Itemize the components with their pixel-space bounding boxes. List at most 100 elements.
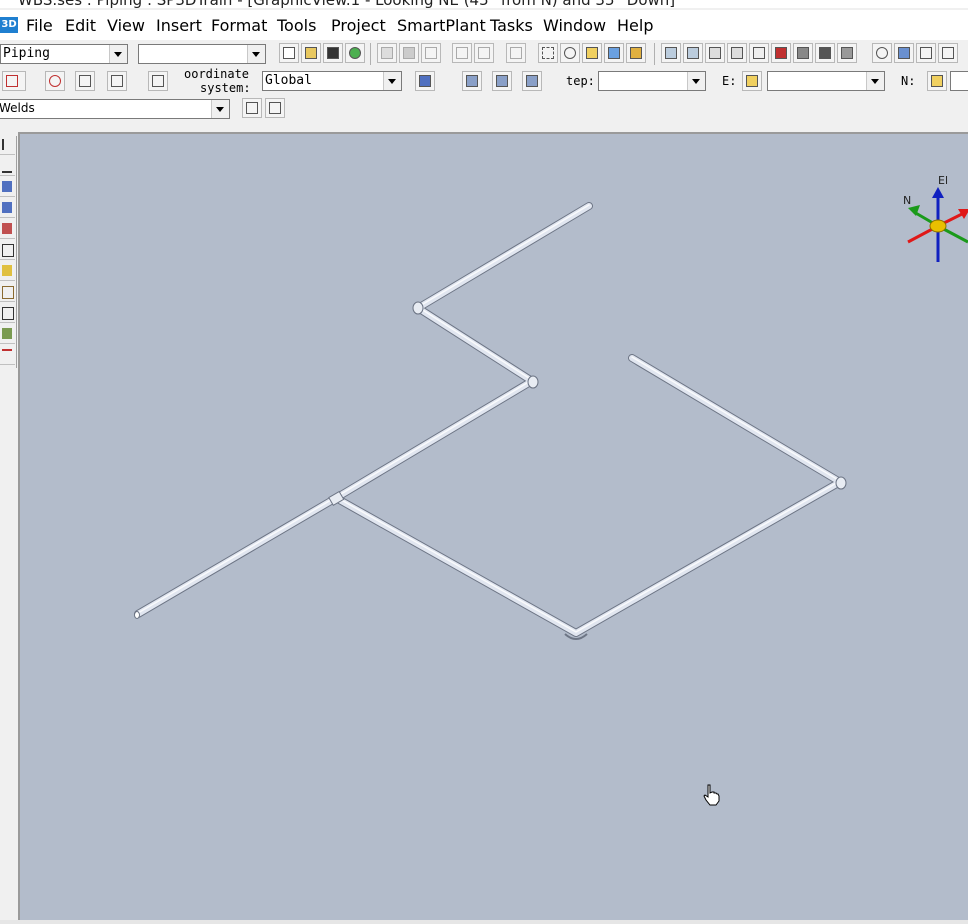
menu-window[interactable]: Window <box>543 16 606 35</box>
route-pipe-icon[interactable] <box>0 157 15 176</box>
insert-split-icon[interactable] <box>0 220 15 239</box>
refresh-icon[interactable] <box>345 43 365 63</box>
pipe-run[interactable] <box>134 202 844 637</box>
shade-icon[interactable] <box>815 43 835 63</box>
menu-project[interactable]: Project <box>331 16 386 35</box>
close-ribbon-icon[interactable] <box>2 71 26 91</box>
clip-icon[interactable] <box>749 43 769 63</box>
pipe-end[interactable] <box>134 611 140 619</box>
compass-el-label: El <box>938 174 948 187</box>
chevron-down-icon[interactable] <box>109 45 127 63</box>
lock-y-icon[interactable] <box>492 71 512 91</box>
measure-icon[interactable] <box>604 43 624 63</box>
filter-toolbar: Welds <box>0 96 968 122</box>
zoom-icon[interactable] <box>872 43 892 63</box>
view-top-icon[interactable] <box>683 43 703 63</box>
compass: El N <box>903 174 968 262</box>
menu-edit[interactable]: Edit <box>65 16 96 35</box>
paste-icon[interactable] <box>399 43 419 63</box>
coordinate-system-combo[interactable]: Global <box>262 71 402 91</box>
ruler-icon[interactable] <box>626 43 646 63</box>
north-combo[interactable] <box>950 71 968 91</box>
compass-north-label: N <box>903 194 911 207</box>
workspace-combo[interactable] <box>138 44 266 64</box>
view-iso-icon[interactable] <box>661 43 681 63</box>
select-icon[interactable] <box>538 43 558 63</box>
lock-icon[interactable] <box>927 71 947 91</box>
east-label: E: <box>722 74 737 88</box>
axis-icon[interactable] <box>415 71 435 91</box>
move-icon[interactable] <box>452 43 472 63</box>
step-combo[interactable] <box>598 71 706 91</box>
lock-x-icon[interactable] <box>462 71 482 91</box>
menu-help[interactable]: Help <box>617 16 653 35</box>
title-bar: WBS.ses : Piping : SP3DTrain - [GraphicV… <box>0 0 968 8</box>
menu-smartplant[interactable]: SmartPlant <box>397 16 486 35</box>
menu-bar: 3D File Edit View Insert Format Tools Pr… <box>0 10 968 40</box>
elbow-fitting[interactable] <box>835 476 847 490</box>
elbow-fitting[interactable] <box>412 301 424 315</box>
menu-view[interactable]: View <box>107 16 145 35</box>
rotate-icon[interactable] <box>474 43 494 63</box>
insert-feature-icon[interactable] <box>0 325 15 344</box>
insert-spool-icon[interactable] <box>0 283 15 302</box>
zoom-area-icon[interactable] <box>916 43 936 63</box>
chevron-down-icon[interactable] <box>383 72 401 90</box>
render-icon[interactable] <box>793 43 813 63</box>
display-icon[interactable] <box>837 43 857 63</box>
chevron-down-icon[interactable] <box>211 100 229 118</box>
view-front-icon[interactable] <box>705 43 725 63</box>
new-file-icon[interactable] <box>279 43 299 63</box>
insert-support-icon[interactable] <box>0 241 15 260</box>
menu-insert[interactable]: Insert <box>156 16 202 35</box>
view-side-icon[interactable] <box>727 43 747 63</box>
locate-filter-combo[interactable]: Welds <box>0 99 230 119</box>
north-label: N: <box>901 74 916 88</box>
coordinate-label-line1: oordinate <box>184 67 250 81</box>
chevron-down-icon[interactable] <box>247 45 265 63</box>
reposition-icon[interactable] <box>107 71 127 91</box>
target-icon[interactable] <box>45 71 65 91</box>
settings-icon[interactable] <box>148 71 168 91</box>
coordinate-system-value: Global <box>265 73 312 88</box>
task-combo[interactable]: Piping <box>0 44 128 64</box>
task-combo-value: Piping <box>3 46 50 61</box>
open-folder-icon[interactable] <box>301 43 321 63</box>
delete-icon[interactable] <box>421 43 441 63</box>
fly-icon[interactable] <box>771 43 791 63</box>
filter-settings-icon[interactable] <box>265 98 285 118</box>
east-combo[interactable] <box>767 71 885 91</box>
copy-icon[interactable] <box>377 43 397 63</box>
vertical-toolbar <box>0 136 17 368</box>
compass-axes-icon <box>907 187 968 262</box>
fit-icon[interactable] <box>938 43 958 63</box>
insert-instrument-icon[interactable] <box>0 262 15 281</box>
insert-weld-icon[interactable] <box>0 304 15 323</box>
filter-icon[interactable] <box>242 98 262 118</box>
undo-icon[interactable] <box>506 43 526 63</box>
menu-file[interactable]: File <box>26 16 53 35</box>
insert-tap-icon[interactable] <box>0 199 15 218</box>
insert-component-icon[interactable] <box>0 178 15 197</box>
pan-icon[interactable] <box>894 43 914 63</box>
properties-icon[interactable] <box>582 43 602 63</box>
chevron-down-icon[interactable] <box>687 72 705 90</box>
select-pointer-icon[interactable] <box>0 136 15 155</box>
relative-icon[interactable] <box>75 71 95 91</box>
save-icon[interactable] <box>323 43 343 63</box>
inspect-icon[interactable] <box>560 43 580 63</box>
pinpoint-toolbar: oordinate system: Global tep: E: N: <box>0 67 968 96</box>
elbow-fitting[interactable] <box>527 375 539 389</box>
lock-z-icon[interactable] <box>522 71 542 91</box>
chevron-down-icon[interactable] <box>866 72 884 90</box>
coordinate-label-line2: system: <box>200 81 251 95</box>
menu-tasks[interactable]: Tasks <box>490 16 533 35</box>
menu-tools[interactable]: Tools <box>277 16 316 35</box>
window-title: WBS.ses : Piping : SP3DTrain - [GraphicV… <box>18 0 675 8</box>
graphic-view[interactable]: El N <box>18 132 968 920</box>
lock-icon[interactable] <box>742 71 762 91</box>
status-strip <box>0 920 968 924</box>
menu-format[interactable]: Format <box>211 16 267 35</box>
app-icon[interactable]: 3D <box>0 17 18 33</box>
insert-dimension-icon[interactable] <box>0 346 15 365</box>
